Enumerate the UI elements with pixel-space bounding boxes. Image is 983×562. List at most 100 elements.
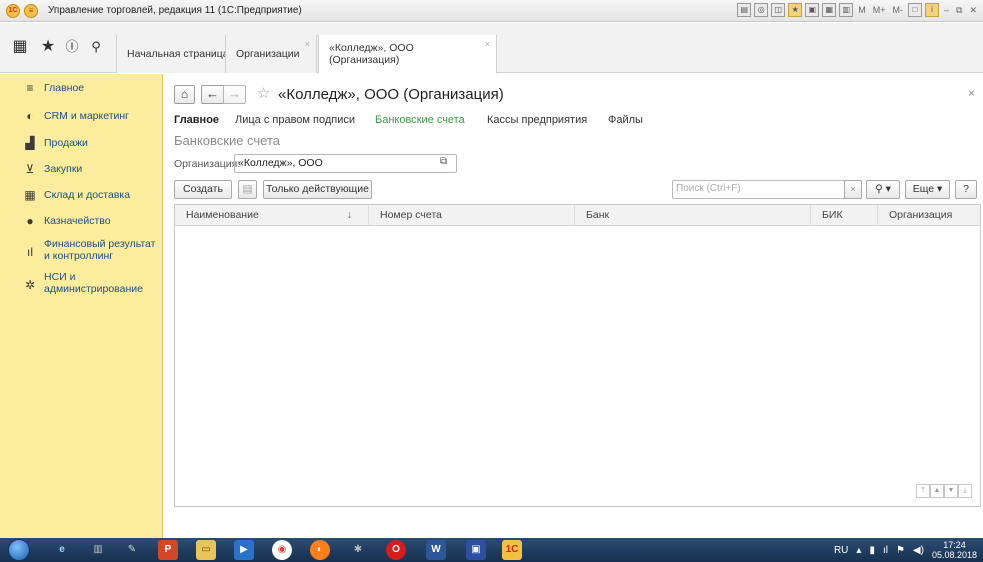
column-bank[interactable]: Банк (575, 205, 811, 226)
scroll-top-icon[interactable]: ⤒ (916, 484, 930, 498)
favorites-icon[interactable]: ★ (788, 3, 803, 17)
organization-label: Организация: (174, 158, 241, 170)
chrome-icon[interactable]: ◉ (272, 540, 292, 560)
tools-icon[interactable]: ✱ (348, 540, 368, 560)
start-button-icon[interactable] (8, 539, 30, 561)
bank-accounts-table[interactable]: Наименование ↓ Номер счета Банк БИК Орга… (174, 204, 981, 507)
opera-icon[interactable]: O (386, 540, 406, 560)
tab-home[interactable]: Начальная страница (116, 35, 240, 73)
tab-close-icon[interactable]: × (485, 39, 490, 49)
clock-time: 17:24 (943, 540, 966, 550)
home-icon[interactable]: ⌂ (174, 85, 195, 104)
close-form-icon[interactable]: × (968, 86, 975, 100)
clock-date: 05.08.2018 (931, 550, 977, 560)
column-bik[interactable]: БИК (811, 205, 878, 226)
memory-m-plus[interactable]: M+ (871, 5, 888, 15)
forward-arrow-icon[interactable]: → (223, 85, 246, 104)
memory-m-minus[interactable]: M- (891, 5, 906, 15)
scroll-bottom-icon[interactable]: ⤓ (958, 484, 972, 498)
calendar-icon[interactable]: ▦ (822, 3, 837, 17)
search-dropdown-icon[interactable]: ⚲ ▾ (866, 180, 900, 199)
signal-icon[interactable]: ıl (883, 545, 888, 556)
print-icon[interactable]: ▤ (737, 3, 752, 17)
tab-college-label: «Колледж», ООО (Организация) (329, 42, 414, 66)
warehouse-icon: ▦ (24, 188, 36, 202)
tab-organizations[interactable]: Организации × (225, 35, 317, 73)
clock[interactable]: 17:24 05.08.2018 (932, 540, 977, 560)
close-window-icon[interactable]: ✕ (967, 5, 979, 16)
volume-icon[interactable]: ◀) (913, 545, 924, 556)
column-name-label: Наименование (186, 209, 259, 221)
link-cashboxes[interactable]: Кассы предприятия (487, 114, 587, 126)
apps-grid-icon[interactable]: ▦ (10, 37, 30, 57)
organization-field[interactable]: «Колледж», ООО (234, 154, 457, 173)
minimize-icon[interactable]: ‒ (942, 5, 951, 15)
search-input[interactable]: Поиск (Ctrl+F) (672, 180, 861, 199)
create-button[interactable]: Создать (174, 180, 232, 199)
link-bank-accounts[interactable]: Банковские счета (375, 114, 465, 126)
window-mode-icon[interactable]: □ (908, 3, 922, 17)
favorites-star-icon[interactable]: ★ (38, 37, 58, 57)
table-scroll-buttons: ⤒ ▲ ▼ ⤓ (916, 484, 972, 498)
cart-icon: ⊻ (25, 162, 35, 176)
help-button[interactable]: ? (955, 180, 977, 199)
history-icon[interactable]: Ⓘ (62, 37, 82, 57)
tab-college[interactable]: «Колледж», ООО (Организация) × (318, 35, 497, 74)
more-button-label: Еще (912, 183, 935, 195)
powerpoint-icon[interactable]: P (158, 540, 178, 560)
ie-icon[interactable]: e (52, 540, 72, 560)
form-title: «Колледж», ООО (Организация) (278, 86, 504, 103)
window-title: Управление торговлей, редакция 11 (1С:Пр… (48, 5, 302, 16)
media-player-icon[interactable]: ▶ (234, 540, 254, 560)
sidebar: ≡ Главное ◐ CRM и маркетинг ▟ Продажи ⊻ … (0, 74, 163, 538)
language-indicator[interactable]: RU (834, 545, 848, 556)
paint-icon[interactable]: ✎ (122, 540, 142, 560)
firefox-icon[interactable]: ◐ (310, 540, 330, 560)
copy-icon[interactable]: ▤ (238, 180, 257, 199)
favorite-star-icon[interactable]: ☆ (257, 84, 270, 102)
link-signers[interactable]: Лица с правом подписи (235, 114, 355, 126)
clear-search-icon[interactable]: × (844, 180, 862, 199)
word-icon[interactable]: W (426, 540, 446, 560)
more-button[interactable]: Еще ▾ (905, 180, 950, 199)
sidebar-item-label: Склад и доставка (44, 189, 131, 201)
link-main[interactable]: Главное (174, 114, 219, 126)
network-icon[interactable]: ▮ (869, 545, 875, 556)
back-arrow-icon[interactable]: ← (201, 85, 224, 104)
search-icon[interactable]: ⚲ (86, 37, 106, 57)
save-icon[interactable]: ▣ (466, 540, 486, 560)
tray-arrow-icon[interactable]: ▴ (856, 545, 861, 556)
tab-close-icon[interactable]: × (305, 39, 310, 49)
flag-icon[interactable]: ⚑ (896, 545, 905, 556)
1c-icon[interactable]: 1С (502, 540, 522, 560)
system-tray: RU ▴ ▮ ıl ⚑ ◀) 17:24 05.08.2018 (834, 538, 977, 562)
scroll-up-icon[interactable]: ▲ (930, 484, 944, 498)
window-title-bar: 1С ≡ Управление торговлей, редакция 11 (… (0, 0, 983, 22)
menu-lines-icon: ≡ (26, 81, 34, 95)
calculator-icon[interactable]: ▥ (839, 3, 854, 17)
only-active-button[interactable]: Только действующие (263, 180, 372, 199)
column-name[interactable]: Наименование ↓ (175, 205, 369, 226)
sidebar-item-label: Финансовый результат и контроллинг (44, 238, 156, 262)
search-doc-icon[interactable]: ◎ (754, 3, 769, 17)
info-icon[interactable]: i (925, 3, 939, 17)
link-files[interactable]: Файлы (608, 114, 643, 126)
tab-bar: ▦ ★ Ⓘ ⚲ Начальная страница Организации ×… (0, 23, 983, 74)
main-menu-icon[interactable]: ≡ (24, 3, 38, 18)
treasury-icon: ● (26, 214, 34, 228)
column-account-number[interactable]: Номер счета (369, 205, 575, 226)
folder-icon[interactable]: ▭ (196, 540, 216, 560)
column-organization[interactable]: Организация (878, 205, 980, 226)
open-link-icon[interactable]: ⧉ (440, 156, 447, 167)
history-icon[interactable]: ▣ (805, 3, 820, 17)
title-toolbar: ▤ ◎ ◫ ★ ▣ ▦ ▥ M M+ M- □ i ‒ ⧉ ✕ (737, 3, 979, 17)
memory-m[interactable]: M (856, 5, 868, 15)
scroll-down-icon[interactable]: ▼ (944, 484, 958, 498)
windows-taskbar: e ▥ ✎ P ▭ ▶ ◉ ◐ ✱ O W ▣ 1С RU ▴ ▮ ıl ⚑ ◀… (0, 538, 983, 562)
column-bank-label: Банк (586, 209, 610, 221)
maximize-icon[interactable]: ⧉ (954, 5, 964, 16)
calculator-icon[interactable]: ▥ (88, 540, 108, 560)
table-header: Наименование ↓ Номер счета Банк БИК Орга… (175, 205, 980, 226)
app-logo-icon[interactable]: 1С (6, 3, 20, 18)
open-icon[interactable]: ◫ (771, 3, 786, 17)
